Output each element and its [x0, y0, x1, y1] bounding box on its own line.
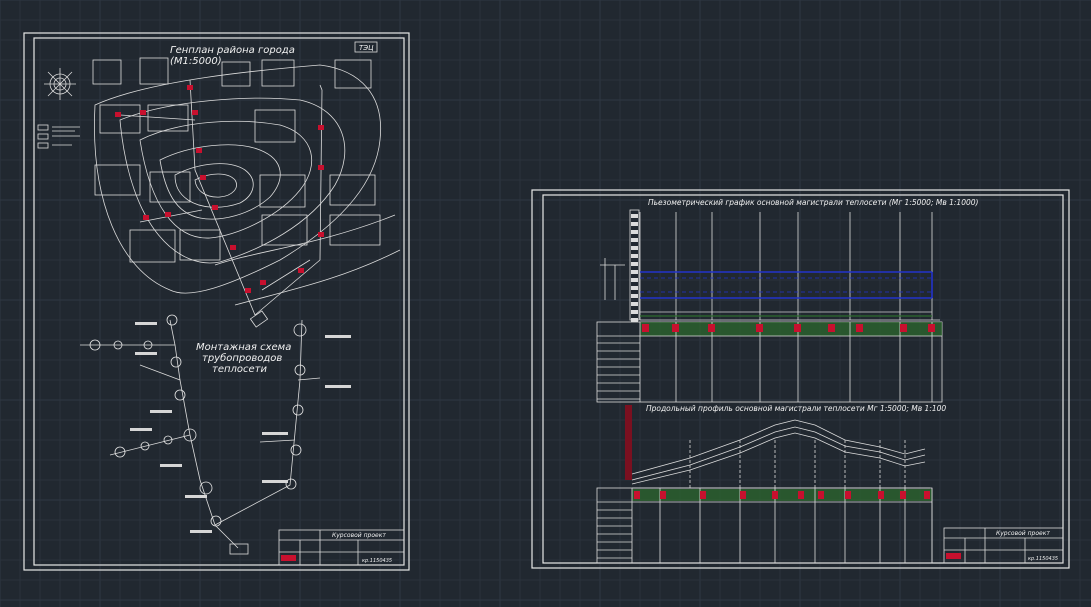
sheet-left[interactable]: ТЭЦ Генплан района города (М1:5000) Монт… [23, 32, 410, 571]
genplan-scale: (М1:5000) [170, 56, 222, 67]
title-block-right: Курсовой проект кр.1150435 [943, 527, 1064, 564]
cad-drawing-canvas[interactable]: ТЭЦ Генплан района города (М1:5000) Монт… [0, 0, 1091, 607]
genplan-map: ТЭЦ [37, 41, 401, 328]
wind-rose-icon [44, 68, 76, 100]
sheet-left-outer-frame [23, 32, 410, 571]
tec-label: ТЭЦ [359, 44, 374, 52]
profile-scale-strip [625, 405, 632, 480]
stamp-right-title: Курсовой проект [996, 530, 1050, 537]
sheet-left-inner-frame [33, 37, 405, 566]
profile-data-table [596, 487, 933, 564]
montage-title-line1: Монтажная схема [196, 342, 291, 353]
stamp-right-code: кр.1150435 [1028, 556, 1058, 562]
piezometric-data-table [596, 321, 943, 403]
piezometric-graph [600, 209, 940, 322]
montage-title-line3: теплосети [212, 364, 268, 375]
sheet-right-inner-frame [542, 194, 1064, 564]
profile-title: Продольный профиль основной магистрали т… [646, 404, 946, 413]
genplan-title: Генплан района города [170, 45, 295, 56]
stamp-left-title: Курсовой проект [332, 532, 386, 539]
montage-title-line2: трубопроводов [202, 352, 282, 364]
background-grid [0, 0, 1091, 607]
genplan-legend [37, 124, 80, 149]
piezometric-title: Пьезометрический график основной магистр… [648, 198, 979, 207]
stamp-left-code: кр.1150435 [362, 558, 392, 564]
longitudinal-profile [631, 419, 930, 489]
